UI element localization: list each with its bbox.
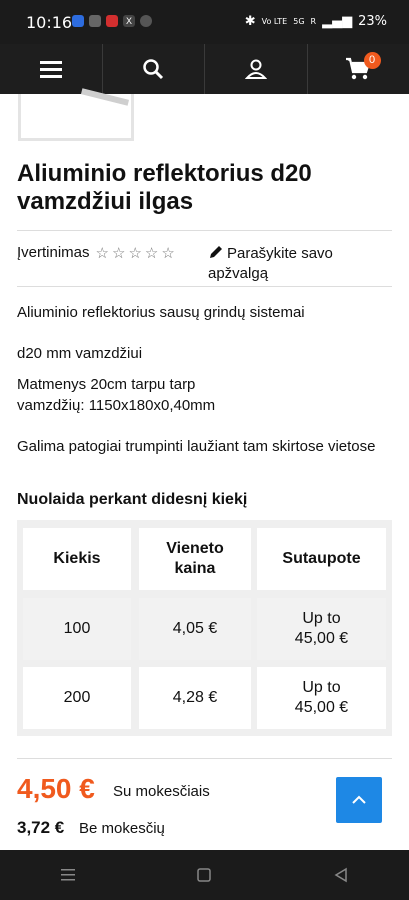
system-nav-bar [0,850,409,900]
notification-icons: X [72,15,152,27]
status-right: ✱ Vo LTE 5G R ▂▄▆ 23% [245,14,387,29]
scroll-to-top-button[interactable] [336,777,382,823]
bluetooth-icon: ✱ [244,14,256,29]
search-button[interactable] [103,44,205,94]
write-review-link[interactable]: Parašykite savo apžvalgą [208,244,378,284]
top-nav: 0 [0,44,409,94]
table-cell: 4,28 € [139,667,251,729]
product-thumbnail[interactable] [18,88,134,141]
discount-table: Kiekis Vieneto kaina Sutaupote 100 4,05 … [17,520,392,736]
divider [17,230,392,231]
price-with-tax: 4,50 € [17,773,95,804]
star-icon: ☆ [128,245,142,262]
recent-apps-button[interactable] [60,868,76,882]
divider [17,758,392,759]
description-line: Aliuminio reflektorius sausų grindų sist… [17,304,305,321]
chrome-icon [140,15,152,27]
search-icon [143,59,164,80]
price-without-tax: 3,72 € [17,818,65,837]
menu-button[interactable] [0,44,103,94]
volte-indicator: Vo LTE [261,17,288,26]
app-notification-icon [106,15,118,27]
x-icon: X [123,15,135,27]
cart-count-badge: 0 [363,52,381,69]
rating-label: Įvertinimas [17,244,90,261]
status-time: 10:16 [26,13,73,32]
product-title: Aliuminio reflektorius d20 vamzdžiui ilg… [17,160,312,215]
write-review-label: Parašykite savo apžvalgą [208,245,333,282]
cart-button[interactable]: 0 [308,44,409,94]
table-cell: 4,05 € [139,598,251,660]
app-notification-icon [89,15,101,27]
price-without-tax-label: Be mokesčių [79,820,165,837]
divider [17,286,392,287]
app-notification-icon [72,15,84,27]
table-header: Sutaupote [257,528,386,590]
description-line: Galima patogiai trumpinti laužiant tam s… [17,438,376,455]
signal-icon: ▂▄▆ [322,14,353,29]
rating-row: Įvertinimas ☆ ☆ ☆ ☆ ☆ [17,244,175,262]
battery-level: 23% [358,14,387,29]
table-cell: Up to 45,00 € [257,667,386,729]
menu-icon [39,61,62,78]
roaming-indicator: R [310,17,317,26]
star-icon: ☆ [161,245,175,262]
description-line: d20 mm vamzdžiui [17,345,143,362]
home-button[interactable] [196,867,212,883]
status-bar: 10:16 X ✱ Vo LTE 5G R ▂▄▆ 23% [0,0,409,44]
chevron-up-icon [352,795,366,804]
star-icon: ☆ [144,245,159,262]
star-icon: ☆ [95,245,109,262]
pencil-icon [210,246,222,258]
price-with-tax-label: Su mokesčiais [113,783,210,800]
table-cell: 100 [23,598,131,660]
rating-stars: ☆ ☆ ☆ ☆ ☆ [96,244,175,262]
table-header: Kiekis [23,528,131,590]
discount-title: Nuolaida perkant didesnį kiekį [17,491,248,508]
user-icon [244,59,267,79]
account-button[interactable] [205,44,308,94]
back-button[interactable] [333,867,349,883]
signal-5g: 5G [293,17,305,26]
table-cell: 200 [23,667,131,729]
table-header: Vieneto kaina [139,528,251,590]
star-icon: ☆ [111,245,126,262]
table-cell: Up to 45,00 € [257,598,386,660]
description-line: Matmenys 20cm tarpu tarp vamzdžių: 1150x… [17,376,216,414]
